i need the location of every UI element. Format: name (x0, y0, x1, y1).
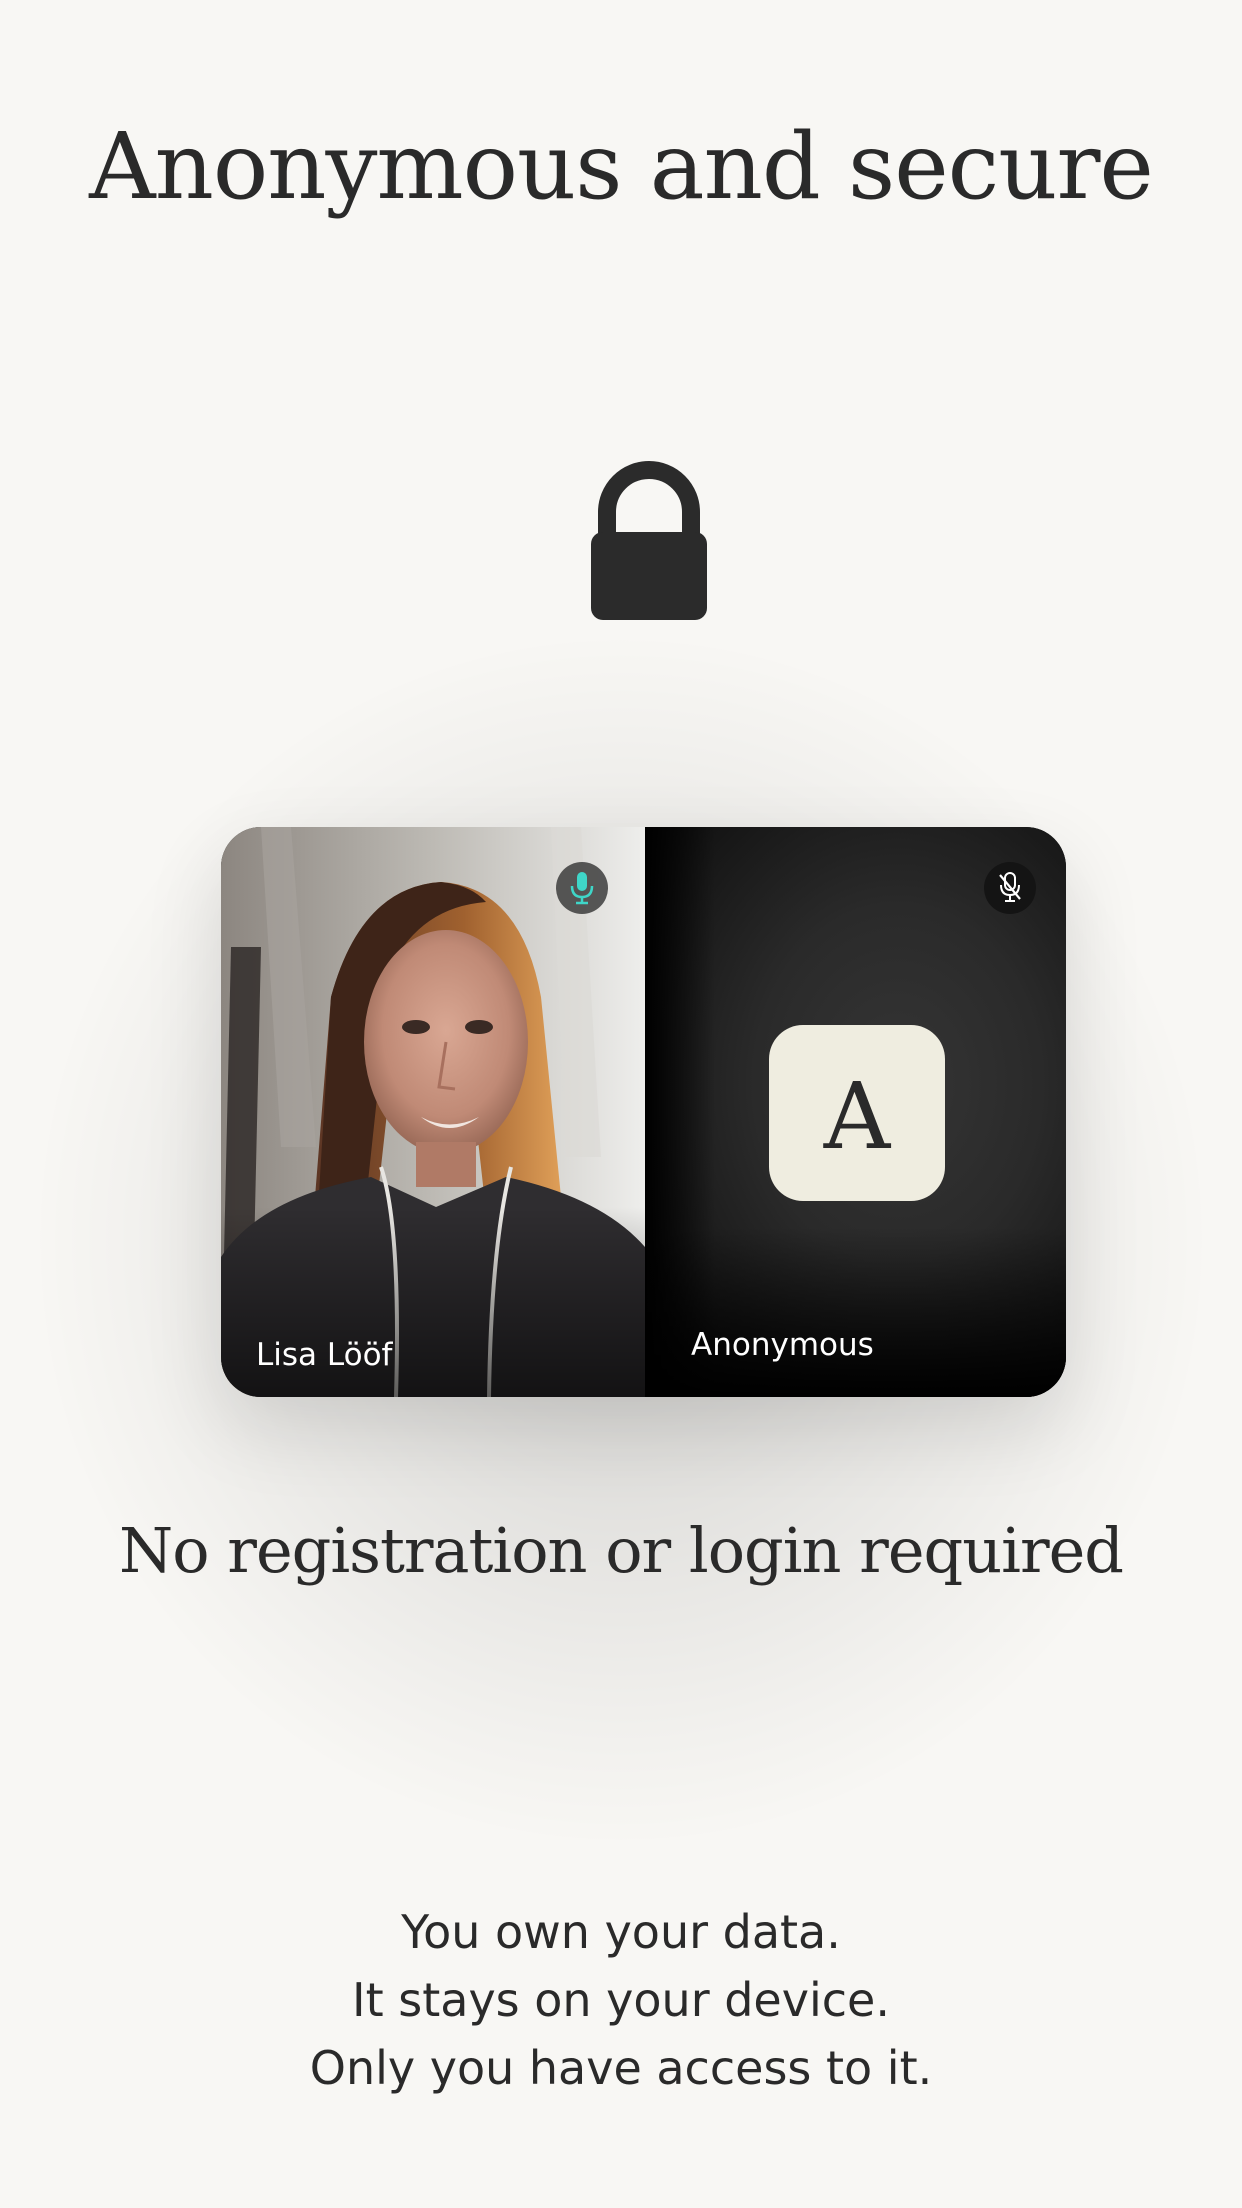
privacy-description: You own your data. It stays on your devi… (0, 1898, 1242, 2102)
avatar-letter: A (823, 1063, 891, 1170)
anonymous-avatar: A (769, 1025, 945, 1201)
privacy-line-1: You own your data. (401, 1905, 841, 1959)
video-call-preview: Lisa Lööf A Anonymous (221, 827, 1066, 1397)
page-title: Anonymous and secure (89, 113, 1154, 220)
registration-heading: No registration or login required (119, 1514, 1124, 1587)
participant-video-tile: Lisa Lööf (221, 827, 645, 1397)
participant-name-label: Lisa Lööf (256, 1337, 393, 1373)
lock-icon (591, 461, 707, 620)
anonymous-video-tile: A Anonymous (645, 827, 1066, 1397)
mic-muted-icon (984, 862, 1036, 914)
privacy-line-2: It stays on your device. (352, 1973, 890, 2027)
mic-on-icon (556, 862, 608, 914)
anonymous-name-label: Anonymous (691, 1327, 874, 1363)
privacy-line-3: Only you have access to it. (309, 2041, 933, 2095)
